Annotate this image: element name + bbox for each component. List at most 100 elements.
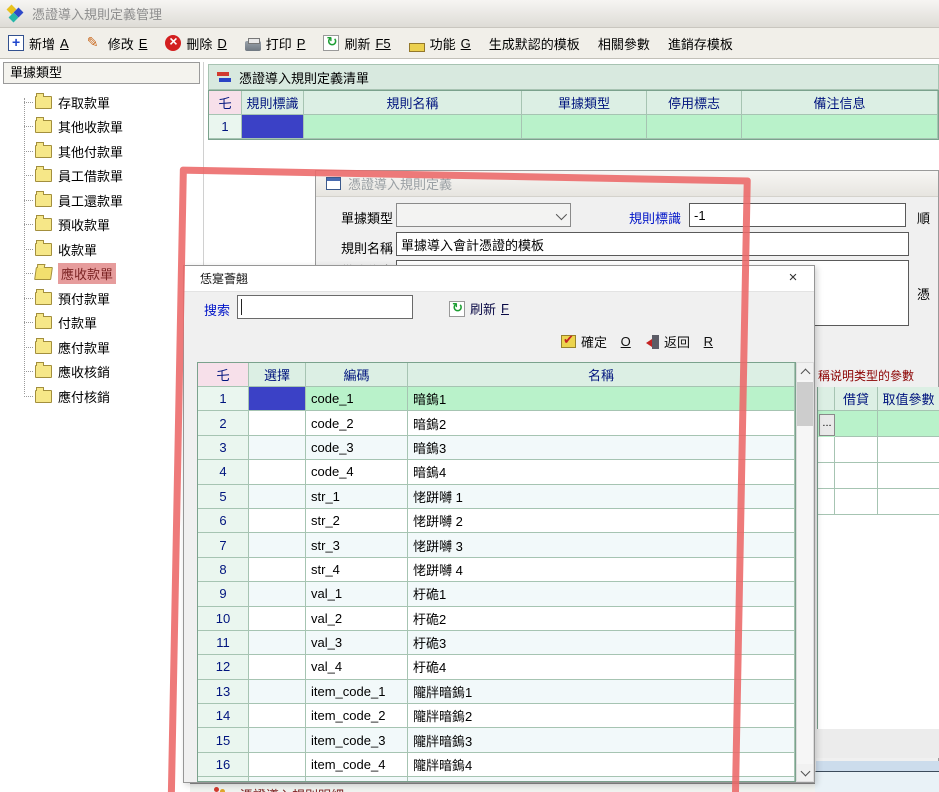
folder-icon: [35, 120, 52, 133]
reference-table-row[interactable]: 9val_1杅硊1: [198, 582, 795, 606]
code-cell: str_1: [306, 485, 408, 509]
scroll-up-button[interactable]: [797, 363, 813, 380]
tree-item[interactable]: 員工還款單: [6, 188, 196, 213]
tree-item-label: 其他付款單: [58, 142, 123, 161]
select-cell[interactable]: [249, 533, 306, 557]
reference-table-row[interactable]: 11val_3杅硊3: [198, 631, 795, 655]
code-cell: code_1: [306, 387, 408, 411]
lower-band-gray: [816, 729, 939, 758]
reference-table-row[interactable]: 1code_1暗鎢1: [198, 387, 795, 411]
code-cell: code_2: [306, 411, 408, 435]
select-cell[interactable]: [249, 680, 306, 704]
reference-table-row[interactable]: 6str_2恅跰嚩 2: [198, 509, 795, 533]
reference-table-row[interactable]: 4code_4暗鎢4: [198, 460, 795, 484]
reference-table-row[interactable]: 3code_3暗鎢3: [198, 436, 795, 460]
reference-table-row[interactable]: 7 str_3恅跰嚩 3: [198, 533, 795, 557]
ellipsis-button[interactable]: ...: [819, 414, 835, 436]
reference-table-row[interactable]: 12val_4杅硊4: [198, 655, 795, 679]
reference-table-row[interactable]: 8str_4恅跰嚩 4: [198, 558, 795, 582]
reference-table-row[interactable]: 10val_2杅硊2: [198, 607, 795, 631]
select-cell[interactable]: [249, 509, 306, 533]
row-number-cell: 16: [198, 753, 249, 777]
vertical-scrollbar[interactable]: [796, 362, 814, 782]
tree-item[interactable]: 其他收款單: [6, 115, 196, 140]
window-icon: [326, 177, 341, 190]
tree-connector: [24, 249, 33, 250]
param-grid-row[interactable]: [818, 437, 939, 463]
refresh-list-button[interactable]: 刷新F: [449, 299, 509, 318]
param-grid-row[interactable]: [818, 489, 939, 515]
select-cell[interactable]: [249, 387, 306, 411]
tree-connector: [24, 347, 33, 348]
rule-id-field[interactable]: [689, 203, 906, 227]
refresh-button[interactable]: 刷新F5: [323, 34, 390, 53]
tree-item[interactable]: 應付款單: [6, 335, 196, 360]
list-section-icon: [217, 71, 231, 83]
param-grid-row[interactable]: [818, 463, 939, 489]
add-button[interactable]: 新增A: [8, 34, 69, 53]
detail-section-bar: 憑證導入規則明細: [190, 783, 815, 792]
reference-table-row[interactable]: 14item_code_2隴牉暗鎢2: [198, 704, 795, 728]
reference-table-row[interactable]: 13item_code_1隴牉暗鎢1: [198, 680, 795, 704]
reference-table-row[interactable]: 2code_2暗鎢2: [198, 411, 795, 435]
select-cell[interactable]: [249, 777, 306, 782]
rule-name-field[interactable]: [396, 232, 909, 256]
name-cell: 恅跰嚩 3: [408, 533, 795, 557]
select-cell[interactable]: [249, 753, 306, 777]
tree-item[interactable]: 員工借款單: [6, 164, 196, 189]
select-cell[interactable]: [249, 704, 306, 728]
tree-item[interactable]: 應收款單: [6, 262, 196, 287]
select-cell[interactable]: [249, 436, 306, 460]
select-cell[interactable]: [249, 728, 306, 752]
delete-button[interactable]: 刪除D: [165, 34, 226, 53]
tree-connector: [24, 371, 33, 372]
select-cell[interactable]: [249, 655, 306, 679]
reference-table-row[interactable]: 17item_str_1隴牉恅跰嚩 1: [198, 777, 795, 782]
tree-item[interactable]: 存取款單: [6, 90, 196, 115]
select-cell[interactable]: [249, 485, 306, 509]
inventory-template-button[interactable]: 進銷存模板: [668, 34, 733, 53]
close-icon[interactable]: ×: [784, 269, 802, 287]
folder-icon: [35, 316, 52, 329]
generate-default-template-button[interactable]: 生成默認的模板: [489, 34, 580, 53]
tree-item[interactable]: 應付核銷: [6, 384, 196, 409]
scrollbar-thumb[interactable]: [797, 382, 813, 426]
back-button[interactable]: 返回 R: [652, 332, 713, 351]
tree-connector: [24, 273, 33, 274]
print-button[interactable]: 打印P: [245, 34, 306, 53]
col-memo: 備注信息: [742, 91, 938, 115]
tree-item[interactable]: 收款單: [6, 237, 196, 262]
edit-button[interactable]: 修改E: [87, 34, 148, 53]
reference-table-row[interactable]: 5str_1恅跰嚩 1: [198, 485, 795, 509]
reference-table-row[interactable]: 15item_code_3隴牉暗鎢3: [198, 728, 795, 752]
row-number-cell: 7: [198, 533, 249, 557]
function-button[interactable]: 功能G: [409, 34, 471, 53]
doc-type-combobox[interactable]: [396, 203, 571, 227]
param-grid-row[interactable]: ...: [818, 411, 939, 437]
select-cell[interactable]: [249, 582, 306, 606]
folder-icon: [35, 365, 52, 378]
ok-button[interactable]: 確定 O: [561, 332, 631, 351]
rule-list-row[interactable]: 1: [209, 115, 938, 139]
tree-item-label: 存取款單: [58, 93, 110, 112]
select-cell[interactable]: [249, 411, 306, 435]
select-cell[interactable]: [249, 460, 306, 484]
tree-item[interactable]: 預付款單: [6, 286, 196, 311]
folder-icon: [35, 218, 52, 231]
tree-item[interactable]: 付款單: [6, 311, 196, 336]
tree-item[interactable]: 其他付款單: [6, 139, 196, 164]
scroll-down-button[interactable]: [797, 764, 813, 781]
selected-cell[interactable]: [242, 115, 304, 139]
select-cell[interactable]: [249, 631, 306, 655]
tree-item[interactable]: 預收款單: [6, 213, 196, 238]
related-params-button[interactable]: 相關參數: [598, 34, 650, 53]
code-cell: str_3: [306, 533, 408, 557]
select-cell[interactable]: [249, 607, 306, 631]
search-input[interactable]: [237, 295, 413, 319]
reference-table-row[interactable]: 16item_code_4隴牉暗鎢4: [198, 753, 795, 777]
select-cell[interactable]: [249, 558, 306, 582]
code-cell: val_3: [306, 631, 408, 655]
tree-item-label: 員工還款單: [58, 191, 123, 210]
tree-item-label: 預收款單: [58, 215, 110, 234]
tree-item[interactable]: 應收核銷: [6, 360, 196, 385]
